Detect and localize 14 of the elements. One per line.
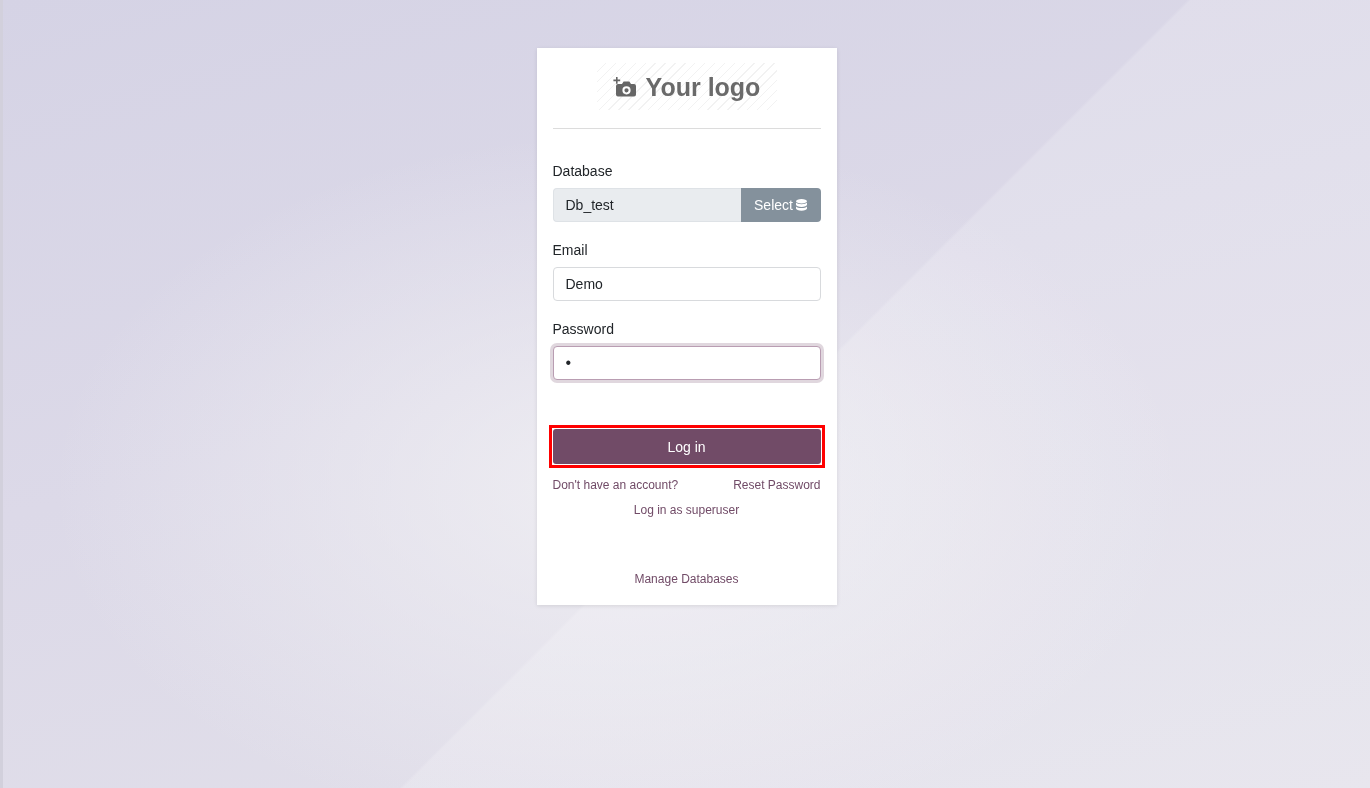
reset-password-link[interactable]: Reset Password xyxy=(733,476,821,494)
camera-plus-icon xyxy=(612,76,637,97)
password-field[interactable]: • xyxy=(552,346,821,380)
text-field[interactable]: Demo xyxy=(552,267,821,301)
text-field[interactable]: Db_test xyxy=(552,188,741,222)
manage-databases-link[interactable]: Manage Databases xyxy=(634,572,739,586)
field-label: Password xyxy=(552,320,615,339)
database-icon xyxy=(795,198,807,212)
field-label: Email xyxy=(552,241,589,260)
login-button[interactable]: Log in xyxy=(552,429,821,464)
superuser-link[interactable]: Log in as superuser xyxy=(633,503,740,517)
logo-text: Your logo xyxy=(645,71,761,102)
field-label: Database xyxy=(552,162,614,181)
signup-link[interactable]: Don't have an account? xyxy=(552,476,679,494)
